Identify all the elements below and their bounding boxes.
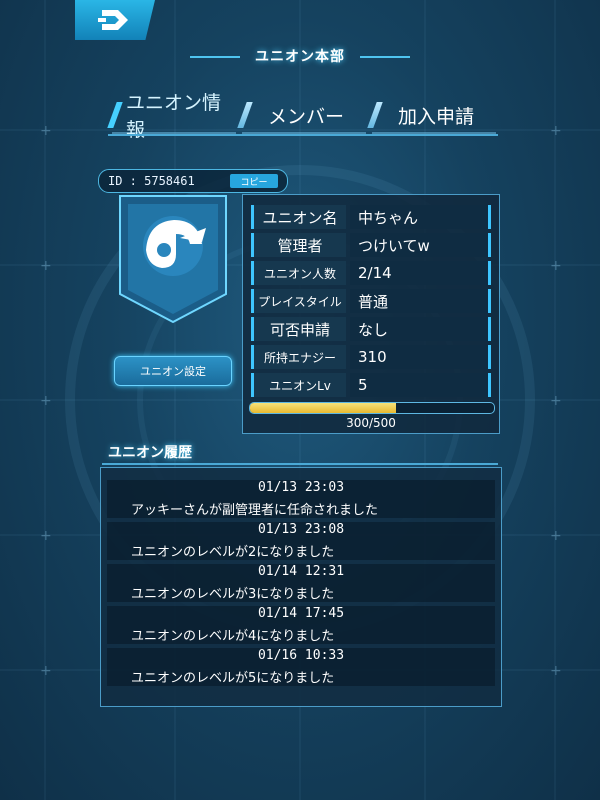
history-entry: 01/13 23:08 ユニオンのレベルが2になりました — [101, 520, 501, 562]
info-value: 中ちゃん — [350, 205, 491, 229]
tab-underline — [108, 134, 498, 136]
tab-union-info[interactable]: ユニオン情報 — [112, 92, 236, 141]
svg-text:+: + — [40, 258, 52, 274]
tab-bar: ユニオン情報 メンバー 加入申請 — [112, 92, 496, 141]
svg-text:+: + — [40, 123, 52, 139]
helmet-emblem-icon — [119, 195, 227, 324]
svg-text:+: + — [40, 393, 52, 409]
history-panel: 01/13 23:03 アッキーさんが副管理者に任命されました 01/13 23… — [100, 467, 502, 707]
svg-text:+: + — [40, 663, 52, 679]
info-row-energy: 所持エナジー 310 — [251, 345, 491, 369]
info-label: ユニオン人数 — [251, 261, 346, 285]
info-row-union-name: ユニオン名 中ちゃん — [251, 205, 491, 229]
history-text: アッキーさんが副管理者に任命されました — [131, 503, 379, 518]
history-title: ユニオン履歴 — [108, 445, 192, 461]
history-text: ユニオンのレベルが4になりました — [131, 629, 335, 644]
level-progress-text: 300/500 — [346, 416, 396, 430]
svg-text:+: + — [40, 528, 52, 544]
history-entry: 01/14 12:31 ユニオンのレベルが3になりました — [101, 562, 501, 604]
history-entry: 01/16 10:33 ユニオンのレベルが5になりました — [101, 646, 501, 688]
info-row-play-style: プレイスタイル 普通 — [251, 289, 491, 313]
info-value: 5 — [350, 373, 491, 397]
tab-join-requests[interactable]: 加入申請 — [372, 98, 496, 134]
history-time: 01/16 10:33 — [257, 648, 345, 663]
history-text: ユニオンのレベルが5になりました — [131, 671, 335, 686]
info-label: プレイスタイル — [251, 289, 346, 313]
level-progress-bar — [249, 402, 495, 414]
svg-text:+: + — [550, 123, 562, 139]
copy-button[interactable]: コピー — [230, 174, 278, 188]
history-text: ユニオンのレベルが3になりました — [131, 587, 335, 602]
union-id-bar: ID : 5758461 コピー — [98, 169, 288, 193]
tab-members[interactable]: メンバー — [242, 98, 366, 134]
info-label: 可否申請 — [251, 317, 346, 341]
info-row-application: 可否申請 なし — [251, 317, 491, 341]
history-title-underline — [102, 463, 498, 465]
info-value: 2/14 — [350, 261, 491, 285]
history-time: 01/13 23:08 — [257, 522, 345, 537]
svg-text:+: + — [550, 663, 562, 679]
info-row-admin: 管理者 つけいてw — [251, 233, 491, 257]
history-time: 01/13 23:03 — [257, 480, 345, 495]
info-value: 普通 — [350, 289, 491, 313]
svg-text:+: + — [550, 528, 562, 544]
page-title: ユニオン本部 — [255, 49, 345, 65]
union-settings-button[interactable]: ユニオン設定 — [114, 356, 232, 386]
back-arrow-icon — [98, 10, 128, 30]
info-row-union-level: ユニオンLv 5 — [251, 373, 491, 397]
history-time: 01/14 12:31 — [257, 564, 345, 579]
info-label: ユニオン名 — [251, 205, 346, 229]
history-time: 01/14 17:45 — [257, 606, 345, 621]
info-label: ユニオンLv — [251, 373, 346, 397]
svg-text:+: + — [550, 258, 562, 274]
union-id-text: ID : 5758461 — [108, 174, 195, 188]
info-row-member-count: ユニオン人数 2/14 — [251, 261, 491, 285]
history-text: ユニオンのレベルが2になりました — [131, 545, 335, 560]
info-value: つけいてw — [350, 233, 491, 257]
back-button[interactable] — [75, 0, 155, 40]
info-value: なし — [350, 317, 491, 341]
history-entry: 01/13 23:03 アッキーさんが副管理者に任命されました — [101, 478, 501, 520]
info-value: 310 — [350, 345, 491, 369]
info-label: 所持エナジー — [251, 345, 346, 369]
info-label: 管理者 — [251, 233, 346, 257]
svg-text:+: + — [550, 393, 562, 409]
history-entry: 01/14 17:45 ユニオンのレベルが4になりました — [101, 604, 501, 646]
level-progress-fill — [250, 403, 397, 413]
union-info-panel: ユニオン名 中ちゃん 管理者 つけいてw ユニオン人数 2/14 プレイスタイル… — [242, 194, 500, 434]
